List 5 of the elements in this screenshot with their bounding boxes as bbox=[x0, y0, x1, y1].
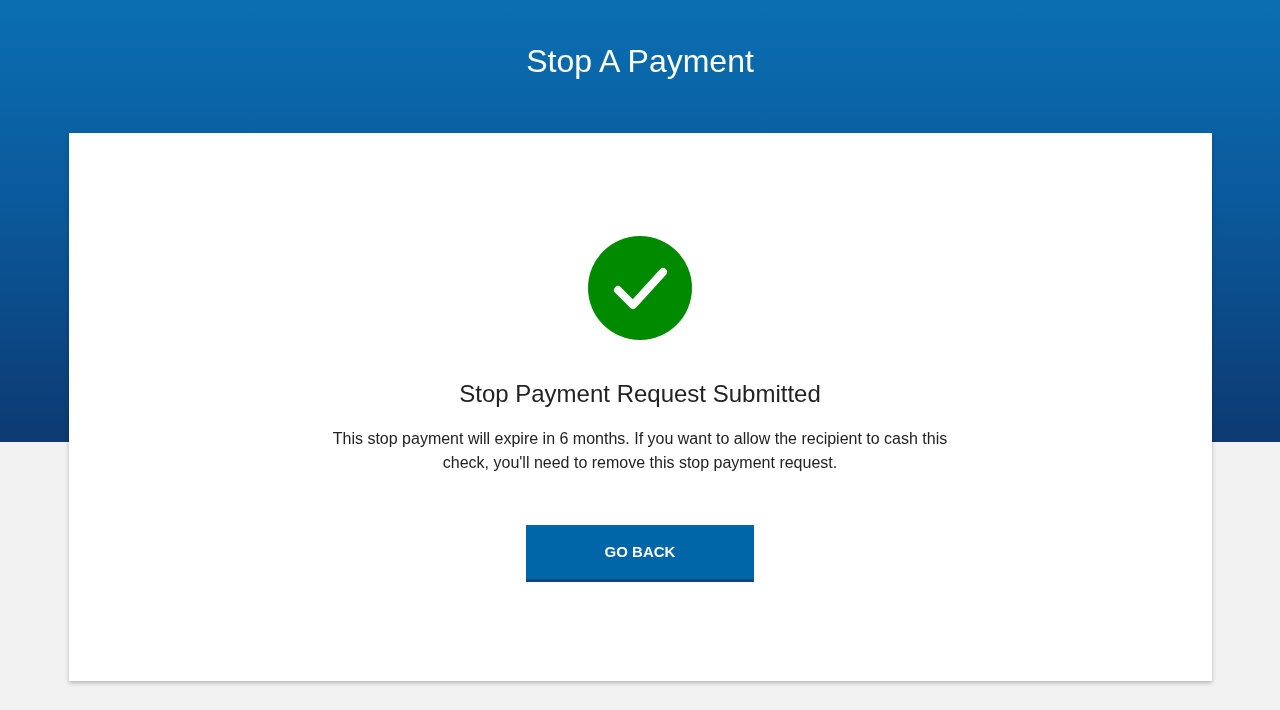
confirmation-heading: Stop Payment Request Submitted bbox=[458, 380, 822, 409]
checkmark-icon bbox=[588, 236, 692, 340]
page-title: Stop A Payment bbox=[525, 42, 755, 81]
go-back-button[interactable]: GO BACK bbox=[526, 524, 754, 582]
confirmation-message: This stop payment will expire in 6 months. If you want to allow the recipient to cash this check, you'll need to remove this stop payment request. bbox=[331, 428, 949, 473]
